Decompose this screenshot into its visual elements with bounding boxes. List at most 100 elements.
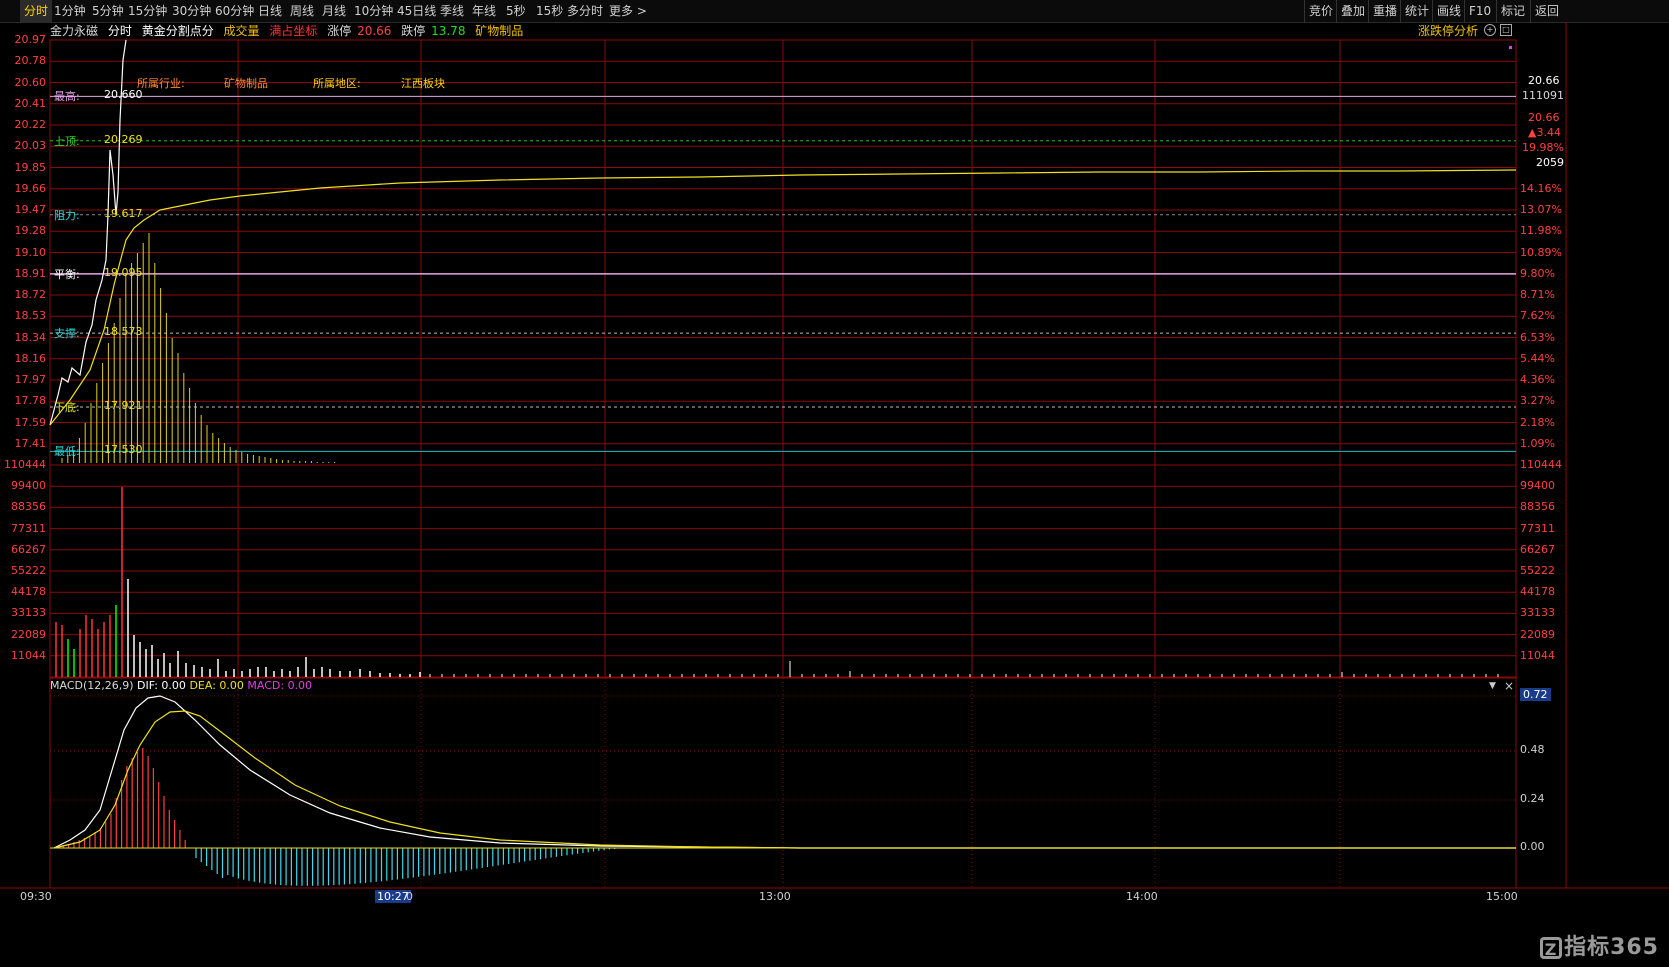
grid-lines xyxy=(0,22,1669,889)
pct-axis-tick: 10.89% xyxy=(1520,245,1562,259)
price-axis-tick: 19.85 xyxy=(14,160,47,174)
pct-axis-tick: 2.18% xyxy=(1520,415,1555,429)
time-axis-tick: 14:00 xyxy=(1126,890,1158,903)
pct-axis-tick: 9.80% xyxy=(1520,266,1555,280)
macd-header: MACD(12,26,9) DIF: 0.00 DEA: 0.00 MACD: … xyxy=(50,679,312,692)
price-axis-tick: 20.97 xyxy=(14,33,47,46)
macd-axis-tick: 0.72 xyxy=(1520,688,1551,701)
region-label: 所属地区: xyxy=(313,77,361,90)
time-axis-tick: 09:30 xyxy=(20,890,52,903)
price-axis-tick: 20.78 xyxy=(14,54,47,68)
volume-axis-tick: 88356 xyxy=(11,500,46,514)
macd-dea-line xyxy=(53,710,1516,849)
pct-axis-tick: 7.62% xyxy=(1520,309,1555,323)
volume-axis-tick: 33133 xyxy=(11,606,46,620)
price-area-volume-bars xyxy=(61,233,336,463)
volume-axis-tick: 99400 xyxy=(1520,479,1555,493)
volume-axis-tick: 44178 xyxy=(11,585,46,599)
volume-axis-tick: 110444 xyxy=(1520,458,1562,471)
volume-axis-tick: 99400 xyxy=(11,479,46,493)
price-axis-tick: 18.91 xyxy=(14,266,47,280)
volume-axis-tick: 77311 xyxy=(11,521,46,535)
industry-label: 所属行业: xyxy=(137,77,185,90)
time-axis-tick: 0 xyxy=(406,890,413,903)
volume-axis-tick: 22089 xyxy=(1520,627,1555,641)
volume-axis-tick: 44178 xyxy=(1520,585,1555,599)
volume-axis-tick: 22089 xyxy=(11,627,46,641)
ref-line-label: 上顶: xyxy=(54,134,80,148)
macd-dea: DEA: 0.00 xyxy=(189,679,244,692)
region-value: 江西板块 xyxy=(401,77,445,90)
volume-axis-tick: 88356 xyxy=(1520,500,1555,514)
volume-axis-tick: 66267 xyxy=(11,542,46,556)
price-axis-tick: 18.16 xyxy=(14,351,47,365)
ref-line-label: 阻力: xyxy=(54,208,80,222)
ref-line-value: 17.921 xyxy=(104,399,143,413)
price-axis-tick: 17.97 xyxy=(14,373,47,386)
volume-axis-tick: 55222 xyxy=(11,564,46,577)
price-axis-tick: 19.28 xyxy=(14,224,47,238)
volume-axis-tick: 66267 xyxy=(1520,542,1555,556)
price-axis-tick: 20.41 xyxy=(14,96,47,110)
price-axis-tick: 20.22 xyxy=(14,118,47,131)
volume-axis-tick: 11044 xyxy=(1520,648,1555,662)
right-price: 20.66 xyxy=(1528,74,1560,87)
volume-axis-tick: 77311 xyxy=(1520,521,1555,535)
price-axis-tick: 19.47 xyxy=(14,203,47,216)
pct-axis-tick: 13.07% xyxy=(1520,203,1562,216)
logo-text: 指标365 xyxy=(1564,935,1659,960)
macd-title[interactable]: MACD(12,26,9) xyxy=(50,679,134,692)
ref-line-label: 最高: xyxy=(54,90,80,104)
macd-dif-line xyxy=(53,695,1516,849)
ref-line-value: 18.573 xyxy=(104,325,143,339)
price-axis-tick: 19.66 xyxy=(14,181,47,195)
ref-line-value: 19.095 xyxy=(104,265,143,279)
ref-line-value: 19.617 xyxy=(104,206,143,220)
right-change-pct: 19.98% xyxy=(1522,141,1564,154)
right-price2: 20.66 xyxy=(1528,111,1560,124)
ref-line-value: 20.660 xyxy=(104,88,143,102)
volume-axis-tick: 55222 xyxy=(1520,564,1555,577)
macd-axis-tick: 0.00 xyxy=(1520,840,1545,853)
pct-axis-tick: 3.27% xyxy=(1520,394,1555,408)
industry-value: 矿物制品 xyxy=(224,77,268,90)
right-hand: 2059 xyxy=(1536,156,1564,169)
price-axis-tick: 17.41 xyxy=(14,436,47,450)
ref-line-label: 支撑: xyxy=(54,327,80,341)
pct-axis-tick: 5.44% xyxy=(1520,351,1555,365)
price-axis-tick: 20.60 xyxy=(14,75,47,89)
price-axis-tick: 18.34 xyxy=(14,330,47,344)
price-axis-tick: 17.78 xyxy=(14,394,47,408)
macd-dropdown-icon[interactable]: ▼ xyxy=(1489,681,1496,691)
right-change: ▲3.44 xyxy=(1528,126,1561,139)
macd-dif: DIF: 0.00 xyxy=(137,679,186,692)
time-axis-tick: 13:00 xyxy=(759,890,791,903)
price-axis-tick: 18.53 xyxy=(14,309,47,323)
time-axis-tick: 15:00 xyxy=(1486,890,1518,903)
marker-dot xyxy=(1509,46,1512,49)
intraday-chart-app: 分时 1分钟 5分钟 15分钟 30分钟 60分钟 日线 周线 月线 10分钟 … xyxy=(0,0,1669,967)
close-icon[interactable]: × xyxy=(1504,679,1514,693)
price-axis-tick: 20.03 xyxy=(14,139,47,153)
price-axis-tick: 17.59 xyxy=(14,415,47,429)
macd-axis-tick: 0.24 xyxy=(1520,792,1545,805)
ref-line-value: 20.269 xyxy=(104,132,143,146)
price-axis-tick: 19.10 xyxy=(14,245,47,259)
ref-line-label: 最低: xyxy=(54,445,80,459)
ref-line-label: 下底: xyxy=(54,401,80,415)
pct-axis-tick: 14.16% xyxy=(1520,181,1562,195)
watermark-logo: Z 指标365 xyxy=(1540,929,1659,961)
pct-axis-tick: 11.98% xyxy=(1520,224,1562,238)
macd-value: MACD: 0.00 xyxy=(247,679,313,692)
price-axis-tick: 18.72 xyxy=(14,288,47,301)
ref-line-label: 平衡: xyxy=(54,267,80,281)
zhibiao-logo-icon: Z xyxy=(1540,937,1563,959)
volume-bars xyxy=(55,487,1499,677)
macd-axis-tick: 0.48 xyxy=(1520,743,1545,756)
ref-line-value: 17.530 xyxy=(104,443,143,457)
chart-canvas[interactable] xyxy=(0,0,1669,967)
volume-axis-tick: 11044 xyxy=(11,648,46,662)
pct-axis-tick: 8.71% xyxy=(1520,288,1555,301)
pct-axis-tick: 1.09% xyxy=(1520,436,1555,450)
macd-bars xyxy=(57,748,616,886)
